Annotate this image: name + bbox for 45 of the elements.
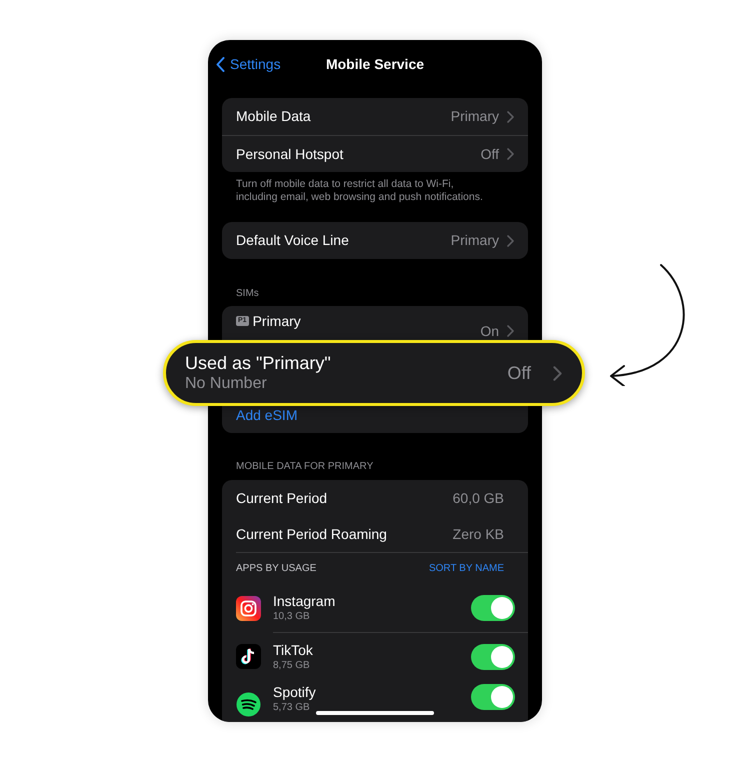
screen-title: Mobile Service — [326, 54, 424, 74]
row-label: Current Period Roaming — [236, 524, 388, 544]
row-subtitle: No Number — [185, 374, 268, 394]
app-usage: 10,3 GB — [273, 610, 310, 623]
row-label: Default Voice Line — [236, 231, 350, 250]
highlighted-row[interactable]: Used as "Primary" No Number Off — [163, 340, 585, 406]
settings-row[interactable]: Personal Hotspot Off — [222, 135, 528, 172]
app-name: Instagram — [273, 593, 336, 610]
row-value: Zero KB — [452, 524, 505, 544]
music-note-app-icon — [236, 644, 261, 668]
section-header: MOBILE DATA FOR PRIMARY — [236, 460, 374, 474]
row-value: 60,0 GB — [452, 488, 505, 508]
add-esim-link[interactable]: Add eSIM — [236, 404, 298, 426]
chevron-icon — [507, 110, 514, 122]
back-chevron-icon — [216, 57, 225, 72]
sim-label: Primary — [252, 313, 301, 329]
chevron-icon — [507, 148, 514, 160]
app-usage: 5,73 GB — [273, 701, 310, 714]
app-name: Spotify — [273, 684, 316, 701]
row-value: Off — [507, 362, 531, 384]
app-name: TikTok — [273, 642, 313, 658]
row-value: Off — [480, 144, 499, 164]
row-label: Current Period — [236, 488, 328, 508]
camera-app-icon — [236, 596, 261, 620]
row-value: Primary — [450, 107, 499, 126]
row-value: On — [480, 322, 499, 340]
chevron-icon — [507, 234, 514, 246]
chevron-icon — [507, 325, 514, 337]
row-label: Personal Hotspot — [236, 144, 344, 164]
back-button[interactable]: Settings — [216, 54, 281, 75]
row-title: Used as "Primary" — [185, 352, 332, 374]
settings-row[interactable]: Default Voice Line Primary — [222, 222, 528, 259]
section-header: SIMs — [236, 287, 260, 301]
row-value: Primary — [450, 231, 499, 250]
footer-note: Turn off mobile data to restrict all data to Wi-Fi, including email, web browsing and push notifications. — [236, 178, 484, 204]
app-usage: 8,75 GB — [273, 658, 310, 672]
sort-link[interactable]: SORT BY NAME — [428, 561, 504, 576]
row-label: Mobile Data — [236, 107, 312, 126]
sound-waves-app-icon — [236, 692, 261, 717]
toggle-switch[interactable] — [471, 684, 515, 710]
toggle-switch[interactable] — [471, 595, 515, 621]
chevron-icon — [553, 366, 562, 380]
toggle-switch[interactable] — [471, 644, 515, 670]
section-header: APPS BY USAGE — [236, 562, 318, 576]
settings-row[interactable]: Mobile Data Primary — [222, 98, 528, 135]
